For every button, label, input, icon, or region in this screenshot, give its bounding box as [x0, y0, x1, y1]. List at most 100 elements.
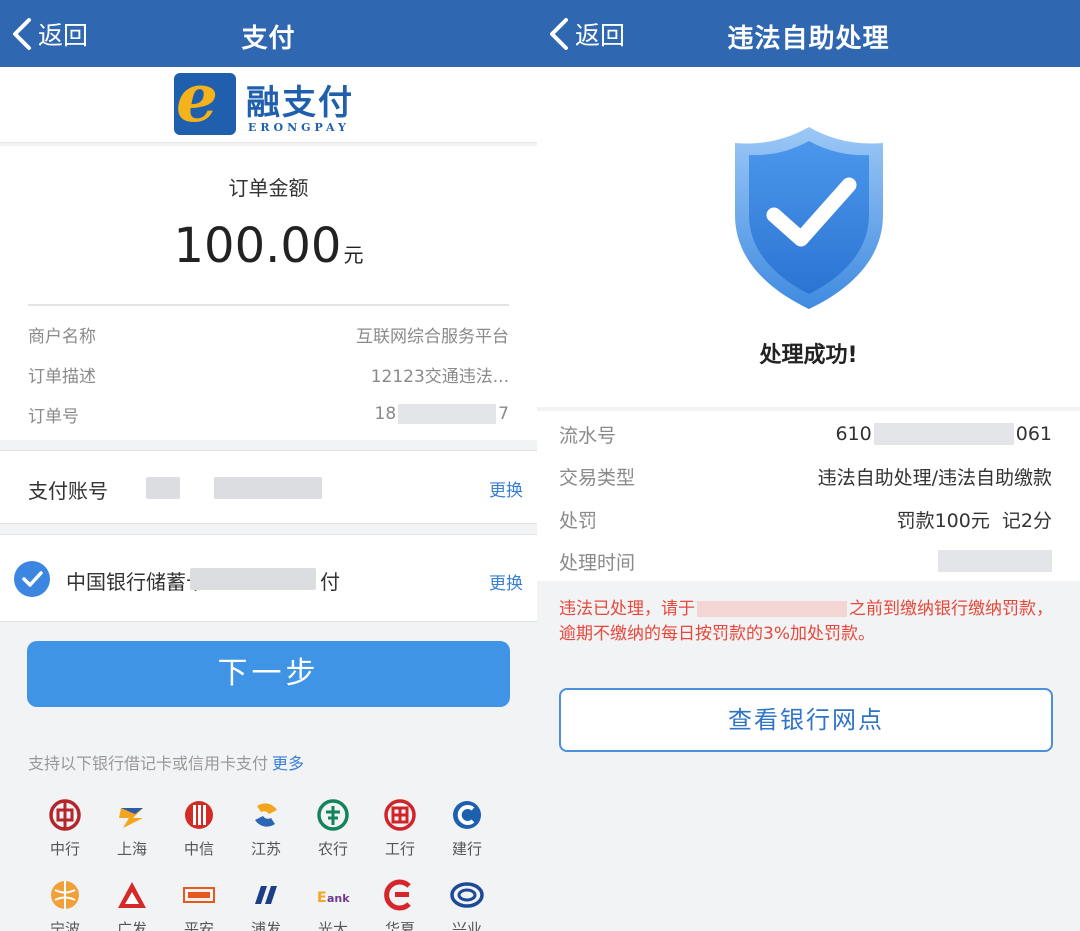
bank-item[interactable]: 农行: [299, 798, 367, 859]
order-desc-value: 12123交通违法...: [370, 366, 509, 387]
bank-card-row[interactable]: 中国银行储蓄卡 付 更换: [0, 534, 537, 622]
bank-name: 中行: [49, 840, 80, 858]
bank-name: 中信: [183, 840, 214, 858]
serial-number-label: 流水号: [559, 424, 617, 447]
more-banks-link[interactable]: 更多: [272, 754, 304, 773]
view-bank-branches-button[interactable]: 查看银行网点: [559, 688, 1053, 752]
redacted-mask: [938, 550, 1052, 572]
page-title: 支付: [241, 24, 296, 54]
bank-name: 工行: [384, 840, 415, 858]
merchant-value: 互联网综合服务平台: [356, 326, 509, 347]
bank-item[interactable]: 浦发: [232, 878, 300, 931]
citic-icon: [185, 801, 213, 829]
icbc-icon: [384, 799, 416, 831]
bank-item[interactable]: Eank 光大: [299, 878, 367, 931]
order-number-value: 18 7: [375, 404, 509, 424]
notice-text-start: 违法已处理，请于: [559, 599, 695, 619]
supported-banks-label: 支持以下银行借记卡或信用卡支付: [28, 754, 269, 773]
order-number-label: 订单号: [28, 406, 79, 427]
serial-number-row: 流水号 610 061: [559, 419, 1052, 449]
bank-name: 兴业: [451, 920, 482, 931]
bank-name: 广发: [116, 920, 147, 931]
serial-number-prefix: 610: [835, 423, 872, 445]
selected-check-icon[interactable]: [14, 561, 50, 597]
page-title: 违法自助处理: [727, 24, 890, 54]
logo-letter: e: [176, 73, 218, 135]
transaction-type-value: 违法自助处理/违法自助缴款: [817, 466, 1052, 489]
success-section: 处理成功!: [537, 67, 1080, 407]
logo-mark: e: [174, 73, 236, 135]
transaction-type-row: 交易类型 违法自助处理/违法自助缴款: [559, 461, 1052, 491]
bank-name: 江苏: [250, 840, 281, 858]
merchant-row: 商户名称 互联网综合服务平台: [28, 319, 509, 349]
bank-name: 浦发: [250, 920, 281, 931]
bank-item[interactable]: 建行: [433, 798, 501, 859]
bank-item[interactable]: 兴业: [433, 878, 501, 931]
order-summary: 订单金额 100.00 元 商户名称 互联网综合服务平台 订单描述 12123交通…: [0, 146, 537, 440]
bank-name: 农行: [317, 840, 348, 858]
order-number-row: 订单号 18 7: [28, 399, 509, 429]
redacted-mask: [697, 601, 847, 617]
order-desc-label: 订单描述: [28, 366, 96, 387]
logo-section: e 融支付 ERONGPAY: [0, 67, 537, 143]
bank-item[interactable]: 平安: [165, 878, 233, 931]
boc-icon: [49, 799, 81, 831]
bank-card-name: 中国银行储蓄卡: [66, 570, 206, 594]
account-label: 支付账号: [28, 479, 108, 503]
change-card-link[interactable]: 更换: [489, 569, 523, 594]
redacted-mask: [873, 423, 1014, 445]
bank-item[interactable]: 江苏: [232, 798, 300, 859]
payment-screen: 返回 支付 e 融支付 ERONGPAY 订单金额 100.00 元 商户名称 互…: [0, 0, 537, 931]
spdb-icon: [255, 886, 277, 904]
transaction-type-label: 交易类型: [559, 466, 636, 489]
bank-item[interactable]: 工行: [366, 798, 434, 859]
redacted-mask: [190, 568, 316, 590]
order-desc-row: 订单描述 12123交通违法...: [28, 359, 509, 389]
bank-card-suffix: 付: [320, 570, 340, 594]
serial-number-value: 610 061: [835, 423, 1052, 445]
bank-name: 宁波: [49, 920, 80, 931]
payment-deadline-notice: 违法已处理，请于 之前到缴纳银行缴纳罚款，逾期不缴纳的每日按罚款的3%加处罚款。: [559, 597, 1059, 647]
order-amount-label: 订单金额: [228, 176, 309, 200]
svg-text:ank: ank: [327, 892, 350, 905]
process-time-label: 处理时间: [559, 551, 636, 574]
payment-account-row: 支付账号 更换: [0, 450, 537, 524]
success-message: 处理成功!: [759, 343, 858, 368]
ccb-icon: [453, 801, 481, 829]
bank-item[interactable]: 上海: [98, 798, 166, 859]
bosc-icon: [119, 808, 143, 828]
bank-name: 平安: [183, 920, 214, 931]
process-time-row: 处理时间: [559, 546, 1052, 576]
penalty-row: 处罚 罚款100元 记2分: [559, 504, 1052, 534]
erongpay-logo: e 融支付 ERONGPAY: [170, 73, 370, 137]
penalty-label: 处罚: [559, 509, 598, 532]
redacted-mask: [214, 477, 322, 499]
next-step-button[interactable]: 下一步: [27, 641, 510, 707]
bank-item[interactable]: 宁波: [31, 878, 99, 931]
nav-bar: 返回 支付: [0, 0, 537, 67]
bank-item[interactable]: 中行: [31, 798, 99, 859]
pingan-icon: [183, 887, 215, 903]
order-number-prefix: 18: [374, 404, 397, 424]
bank-item[interactable]: 华夏: [366, 878, 434, 931]
bank-item[interactable]: 广发: [98, 878, 166, 931]
transaction-details: 流水号 610 061 交易类型 违法自助处理/违法自助缴款 处罚 罚款100元…: [537, 411, 1080, 581]
bank-name: 上海: [116, 840, 147, 858]
bank-name: 华夏: [384, 920, 415, 931]
bank-item[interactable]: 中信: [165, 798, 233, 859]
success-shield-icon: [735, 127, 883, 309]
divider: [28, 304, 509, 306]
jsb-icon: [255, 803, 277, 827]
svg-text:E: E: [317, 890, 327, 906]
abc-icon: [317, 799, 349, 831]
cib-icon: [450, 882, 484, 908]
nbcb-icon: [51, 881, 79, 909]
ceb-icon: Eank: [317, 890, 350, 906]
serial-number-suffix: 061: [1015, 423, 1052, 445]
change-account-link[interactable]: 更换: [489, 476, 523, 501]
redacted-mask: [398, 404, 497, 424]
logo-chinese-name: 融支付: [246, 83, 354, 123]
logo-english-name: ERONGPAY: [248, 121, 350, 134]
merchant-label: 商户名称: [28, 326, 96, 347]
supported-banks-text: 支持以下银行借记卡或信用卡支付 更多: [28, 750, 304, 774]
